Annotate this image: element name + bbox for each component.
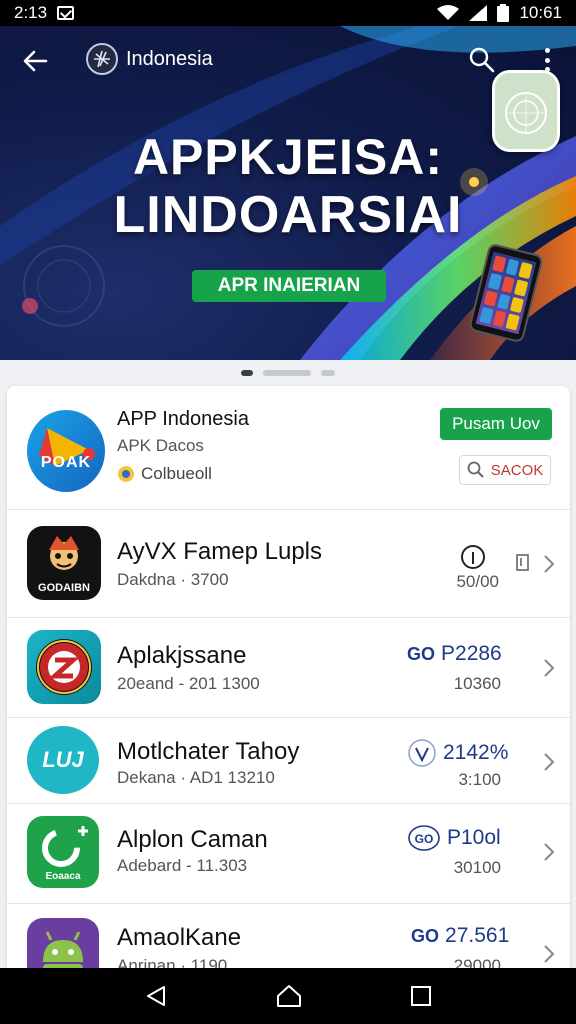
app-row[interactable]: AmaolKane Anrinan · 1190 GO 27.561 29000 bbox=[7, 904, 570, 968]
app-row[interactable]: LUJ Motlchater Tahoy Dekana · AD1 13210 … bbox=[7, 718, 570, 804]
app-icon-refresh-text: Eoaaca bbox=[45, 871, 81, 882]
app-meta: 50/00 bbox=[456, 572, 499, 591]
page-title: Indonesia bbox=[126, 47, 213, 70]
coin-icon bbox=[118, 466, 134, 482]
app-value: GO P2286 bbox=[407, 642, 502, 666]
app-row[interactable]: GODAIBN AyVX Famep Lupls Dakdna · 3700 5… bbox=[7, 510, 570, 618]
app-value-text: 27.561 bbox=[445, 924, 510, 947]
status-bar: 2:13 10:61 bbox=[0, 0, 576, 26]
app-subtitle: 20eand - 201 1300 bbox=[117, 674, 260, 693]
featured-primary-button[interactable]: Pusam Uov bbox=[440, 408, 552, 440]
app-meta: 29000 bbox=[453, 956, 501, 968]
app-row[interactable]: Eoaaca Alplon Caman Adebard - 11.303 GO … bbox=[7, 804, 570, 904]
svg-text:GO: GO bbox=[415, 832, 434, 846]
featured-app-icon-text: POAK bbox=[40, 454, 92, 471]
status-time: 2:13 bbox=[14, 3, 48, 22]
go-circle-icon: GO bbox=[408, 825, 440, 851]
system-nav-bar bbox=[0, 968, 576, 1024]
featured-app-row[interactable]: POAK APP Indonesia APK Dacos Colbueoll P… bbox=[7, 386, 570, 510]
featured-app-name: APP Indonesia bbox=[117, 408, 249, 430]
app-meta: 30100 bbox=[453, 858, 501, 877]
status-clock: 10:61 bbox=[519, 3, 562, 22]
app-icon-refresh: Eoaaca bbox=[27, 816, 99, 888]
shield-icon bbox=[408, 739, 436, 767]
app-name: AyVX Famep Lupls bbox=[117, 538, 322, 565]
app-icon-game: GODAIBN bbox=[27, 526, 101, 600]
back-arrow-icon[interactable] bbox=[20, 46, 50, 76]
app-icon-lu: LUJ bbox=[27, 726, 99, 794]
app-name: Aplakjssane bbox=[117, 642, 247, 669]
app-value: GO 27.561 bbox=[411, 924, 509, 948]
go-badge-icon: GO bbox=[411, 925, 440, 946]
app-icon-android bbox=[27, 918, 99, 968]
featured-app-icon: POAK bbox=[27, 410, 105, 492]
wifi-icon bbox=[437, 5, 460, 20]
app-meta: 3:100 bbox=[458, 770, 501, 789]
app-value: 2142% bbox=[407, 738, 508, 768]
bookmark-icon[interactable] bbox=[516, 554, 530, 572]
search-icon bbox=[467, 461, 484, 478]
chevron-right-icon[interactable] bbox=[542, 752, 556, 772]
globe-logo-icon bbox=[86, 43, 118, 75]
featured-app-badge: Colbueoll bbox=[117, 464, 212, 484]
download-icon bbox=[461, 545, 485, 569]
nav-home-icon[interactable] bbox=[276, 984, 302, 1008]
app-meta: 10360 bbox=[453, 674, 501, 693]
chevron-right-icon[interactable] bbox=[542, 842, 556, 862]
featured-app-badge-label: Colbueoll bbox=[141, 464, 212, 483]
battery-icon bbox=[497, 4, 510, 22]
app-name: Motlchater Tahoy bbox=[117, 738, 300, 765]
hero-title-line1: APPKJEISA: bbox=[132, 129, 444, 185]
top-app-bar: Indonesia bbox=[0, 40, 576, 80]
app-row[interactable]: Aplakjssane 20eand - 201 1300 GO P2286 1… bbox=[7, 618, 570, 718]
featured-search-button[interactable]: SACOK bbox=[459, 455, 551, 485]
app-value: GO P10ol bbox=[407, 824, 501, 852]
nav-recents-icon[interactable] bbox=[410, 985, 432, 1007]
brand: Indonesia bbox=[86, 43, 213, 75]
featured-app-subtitle: APK Dacos bbox=[117, 436, 204, 455]
app-value-text: 2142% bbox=[443, 741, 509, 764]
search-icon[interactable] bbox=[468, 46, 496, 74]
app-name: AmaolKane bbox=[117, 924, 242, 951]
app-subtitle: Dakdna · 3700 bbox=[117, 570, 229, 589]
carousel-dot[interactable] bbox=[321, 370, 335, 376]
carousel-dot[interactable] bbox=[263, 370, 311, 376]
hero-banner[interactable]: Indonesia APPKJEISA: LINDOARSIAI APR INA… bbox=[0, 26, 576, 360]
chevron-right-icon[interactable] bbox=[542, 554, 556, 574]
app-name: Alplon Caman bbox=[117, 826, 268, 853]
signal-icon bbox=[469, 5, 488, 21]
app-icon-badge bbox=[27, 630, 101, 704]
chevron-right-icon[interactable] bbox=[542, 658, 556, 678]
nav-back-icon[interactable] bbox=[144, 984, 168, 1008]
hero-title-line2: LINDOARSIAI bbox=[113, 186, 463, 244]
carousel-indicator[interactable] bbox=[0, 366, 576, 380]
chevron-right-icon[interactable] bbox=[542, 944, 556, 964]
app-subtitle: Adebard - 11.303 bbox=[117, 856, 248, 875]
app-icon-lu-text: LUJ bbox=[42, 747, 84, 772]
go-badge-icon: GO bbox=[407, 643, 436, 664]
app-value-text: P2286 bbox=[441, 642, 502, 665]
carousel-dot-active[interactable] bbox=[241, 370, 253, 376]
app-subtitle: Anrinan · 1190 bbox=[117, 956, 228, 968]
featured-search-label: SACOK bbox=[490, 461, 544, 479]
notification-icon bbox=[57, 6, 75, 20]
app-value-text: P10ol bbox=[447, 826, 501, 849]
app-list-card: POAK APP Indonesia APK Dacos Colbueoll P… bbox=[7, 386, 570, 968]
hero-cta-button[interactable]: APR INAIERIAN bbox=[192, 270, 386, 302]
app-subtitle: Dekana · AD1 13210 bbox=[117, 768, 275, 787]
app-icon-game-text: GODAIBN bbox=[38, 582, 90, 594]
